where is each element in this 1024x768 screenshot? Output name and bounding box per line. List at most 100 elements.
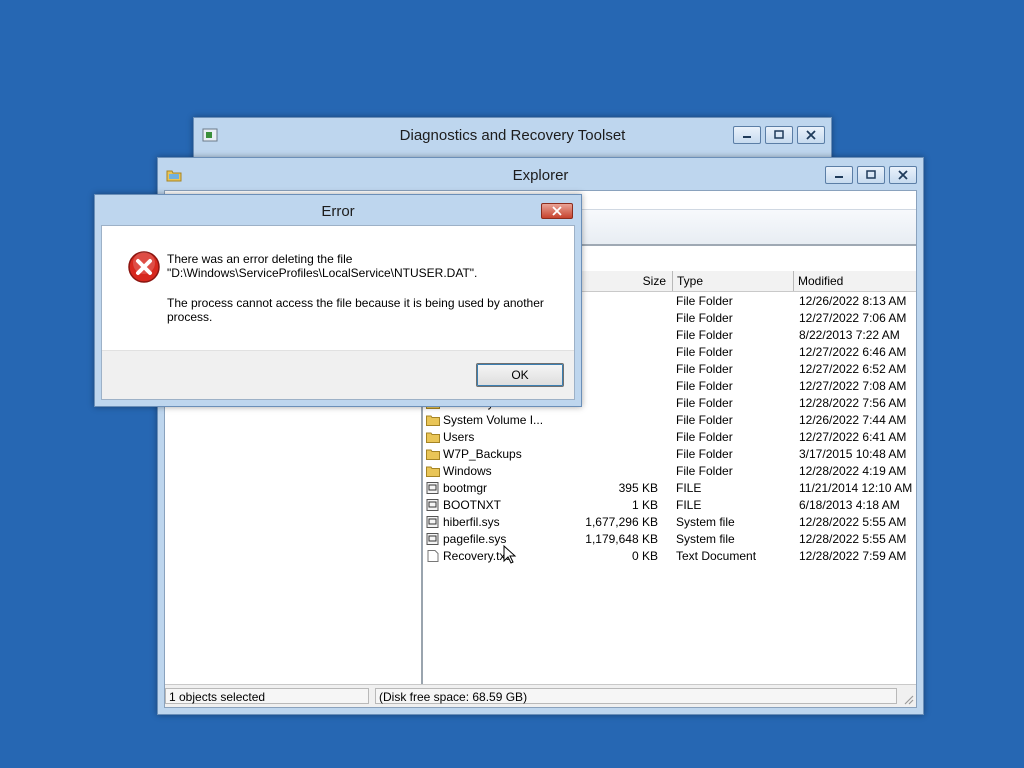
table-row[interactable]: W7P_Backups File Folder 3/17/2015 10:48 AM [423,446,916,463]
file-type: FILE [676,481,702,495]
close-icon [898,170,908,180]
file-type: FILE [676,498,702,512]
file-name: System Volume I... [443,413,544,427]
mouse-cursor-icon [503,545,517,564]
error-line-1: There was an error deleting the file [167,252,353,266]
file-modified: 12/28/2022 7:56 AM [799,396,907,410]
folder-icon [426,448,440,460]
file-name: pagefile.sys [443,532,507,546]
file-type: System file [676,532,735,546]
column-type[interactable]: Type [673,271,794,291]
file-modified: 12/27/2022 6:46 AM [799,345,907,359]
file-name: BOOTNXT [443,498,502,512]
file-type: File Folder [676,311,733,325]
file-modified: 12/28/2022 5:55 AM [799,515,907,529]
file-size: 1,677,296 KB [585,515,658,529]
toolset-icon [202,128,218,142]
explorer-title: Explorer [512,167,569,184]
error-dialog[interactable]: Error There was an error deleting the fi… [94,194,582,407]
file-name: Windows [443,464,492,478]
table-row[interactable]: System Volume I... File Folder 12/26/2022 … [423,412,916,429]
error-titlebar[interactable]: Error [95,195,581,229]
minimize-button[interactable] [825,166,853,184]
status-selected: 1 objects selected [165,688,369,704]
error-file-path: "D:\Windows\ServiceProfiles\LocalService… [167,266,478,280]
file-size: 395 KB [618,481,658,495]
file-type: File Folder [676,345,733,359]
file-modified: 12/27/2022 7:06 AM [799,311,907,325]
error-footer: OK [102,350,574,399]
status-bar: 1 objects selected (Disk free space: 68.… [165,684,916,707]
file-type: Text Document [676,549,757,563]
error-message: There was an error deleting the file "D:… [167,252,547,340]
folder-icon [426,465,440,477]
resize-grip-icon[interactable] [902,693,914,705]
file-name: hiberfil.sys [443,515,500,529]
file-modified: 12/28/2022 4:19 AM [799,464,907,478]
table-row[interactable]: hiberfil.sys 1,677,296 KB System file 12/28… [423,514,916,531]
file-name: W7P_Backups [443,447,522,461]
error-body: There was an error deleting the file "D:… [101,225,575,400]
close-button[interactable] [797,126,825,144]
table-row[interactable]: pagefile.sys 1,179,648 KB System file 12/28… [423,531,916,548]
file-name: bootmgr [443,481,488,495]
file-modified: 12/28/2022 5:55 AM [799,532,907,546]
folder-icon [426,414,440,426]
maximize-icon [774,130,784,139]
file-type: File Folder [676,430,733,444]
folder-icon [426,431,440,443]
error-icon [128,251,160,283]
table-row[interactable]: bootmgr 395 KB FILE 11/21/2014 12:10 AM [423,480,916,497]
error-title: Error [321,203,355,220]
file-type: File Folder [676,362,733,376]
file-modified: 3/17/2015 10:48 AM [799,447,907,461]
file-type: File Folder [676,328,733,342]
file-type: File Folder [676,379,733,393]
file-type: File Folder [676,447,733,461]
system-file-icon [426,516,440,528]
file-modified: 11/21/2014 12:10 AM [799,481,913,495]
close-button[interactable] [541,203,573,219]
file-size: 1,179,648 KB [585,532,658,546]
file-modified: 12/27/2022 7:08 AM [799,379,907,393]
file-size: 1 KB [631,498,658,512]
close-icon [552,206,562,216]
file-type: File Folder [676,464,733,478]
system-file-icon [426,482,440,494]
file-name: Recovery.txt [443,549,509,563]
file-modified: 12/27/2022 6:41 AM [799,430,907,444]
file-type: System file [676,515,735,529]
file-modified: 12/26/2022 7:44 AM [799,413,907,427]
file-modified: 12/27/2022 6:52 AM [799,362,907,376]
file-modified: 12/26/2022 8:13 AM [799,294,907,308]
file-modified: 8/22/2013 7:22 AM [799,328,900,342]
minimize-icon [743,136,751,138]
file-modified: 12/28/2022 7:59 AM [799,549,907,563]
table-row[interactable]: BOOTNXT 1 KB FILE 6/18/2013 4:18 AM [423,497,916,514]
file-size: 0 KB [631,549,658,563]
maximize-icon [866,170,876,179]
status-free-space: (Disk free space: 68.59 GB) [375,688,897,704]
minimize-button[interactable] [733,126,761,144]
maximize-button[interactable] [765,126,793,144]
minimize-icon [835,176,843,178]
file-type: File Folder [676,413,733,427]
error-reason: The process cannot access the file becau… [167,296,544,324]
diagnostics-title: Diagnostics and Recovery Toolset [399,127,626,144]
table-row[interactable]: Recovery.txt 0 KB Text Document 12/28/2022 … [423,548,916,565]
system-file-icon [426,499,440,511]
file-type: File Folder [676,294,733,308]
file-type: File Folder [676,396,733,410]
table-row[interactable]: Windows File Folder 12/28/2022 4:19 AM [423,463,916,480]
close-button[interactable] [889,166,917,184]
maximize-button[interactable] [857,166,885,184]
column-modified[interactable]: Modified [794,271,916,291]
table-row[interactable]: Users File Folder 12/27/2022 6:41 AM [423,429,916,446]
close-icon [806,130,816,140]
system-file-icon [426,533,440,545]
file-name: Users [443,430,475,444]
explorer-titlebar[interactable]: Explorer [158,158,923,194]
text-file-icon [426,550,440,562]
ok-button[interactable]: OK [476,363,564,387]
explorer-folder-icon [166,170,182,182]
